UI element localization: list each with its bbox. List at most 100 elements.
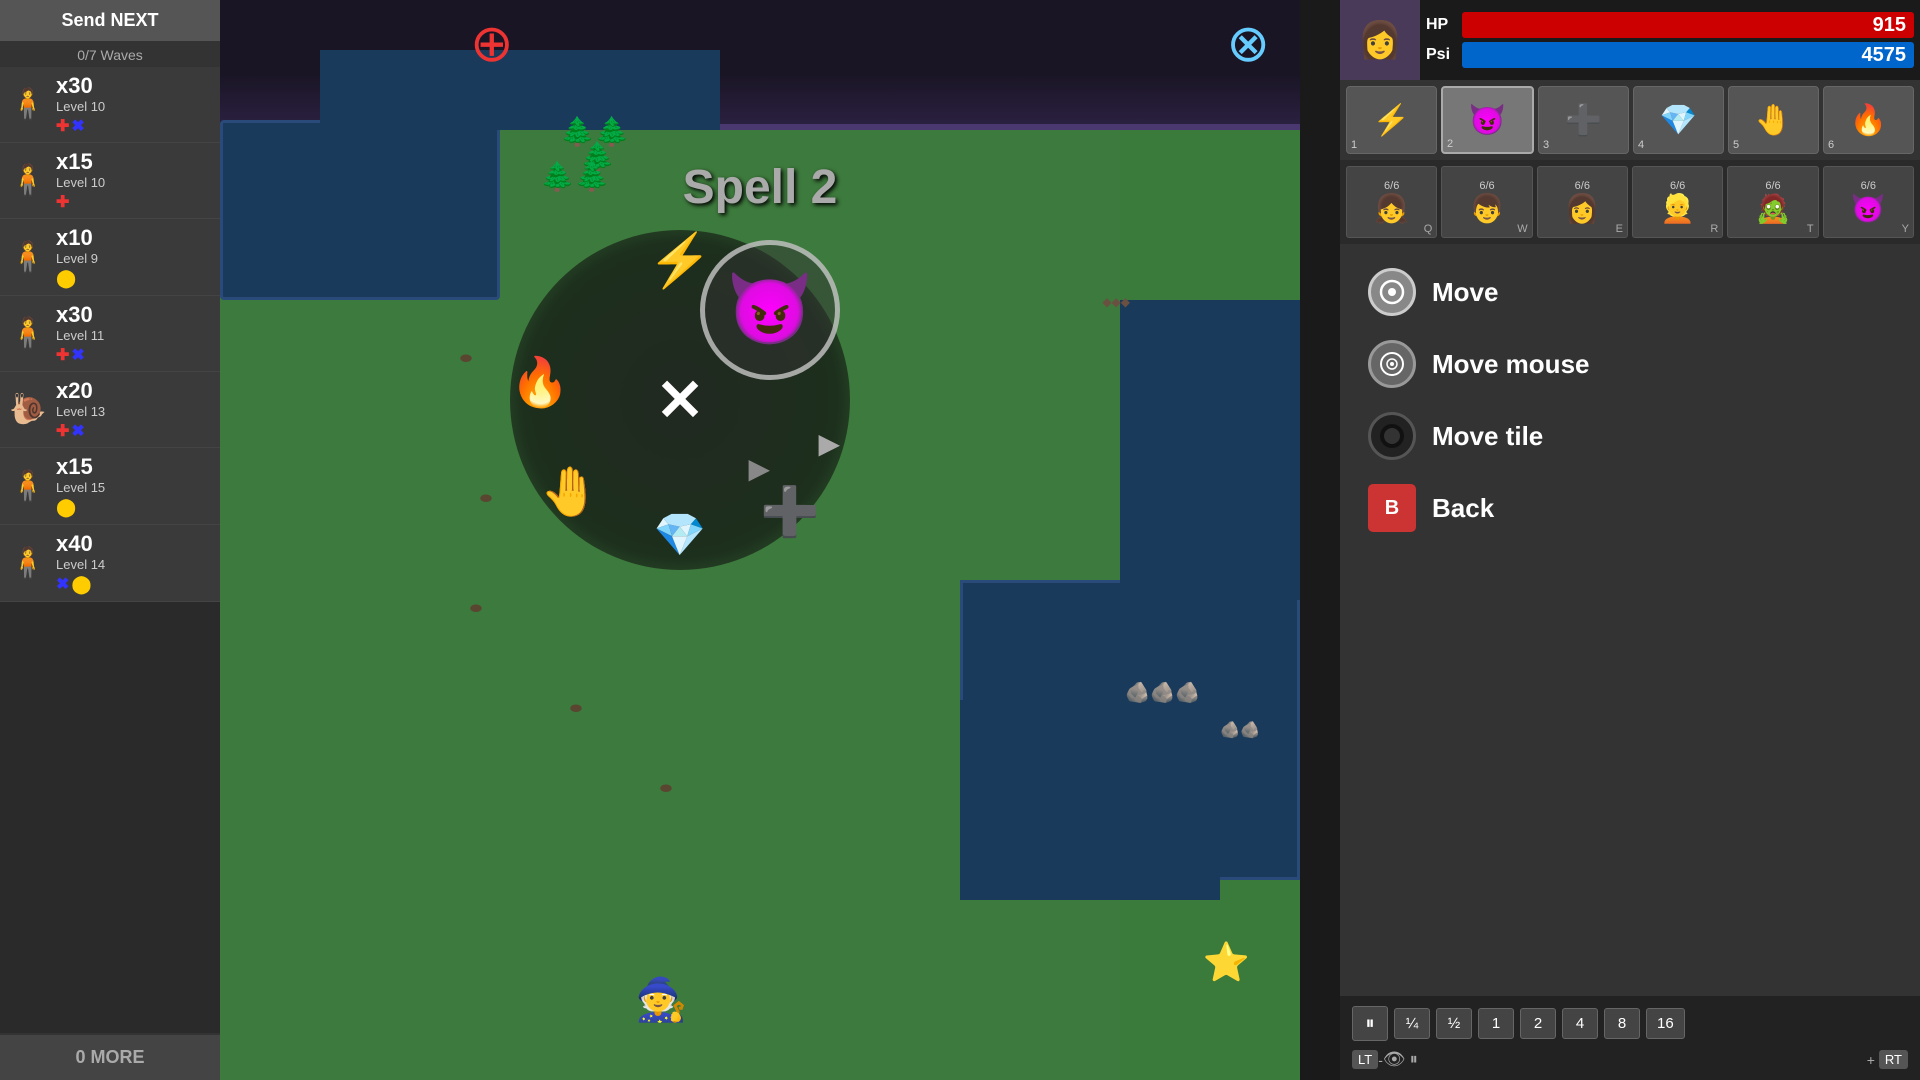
tree-cluster: 🌲🌲	[540, 160, 610, 193]
unit-level-6: Level 15	[56, 480, 212, 495]
char-portrait-q: 👧	[1374, 192, 1409, 225]
unit-row[interactable]: 🧍 x30 Level 10 ✚ ✖	[0, 67, 220, 143]
unit-row[interactable]: 🧍 x15 Level 15 ⬤	[0, 448, 220, 525]
spell-crystal-icon[interactable]: 💎	[654, 511, 706, 560]
spell-slots-bar: ⚡ 1 😈 2 ➕ 3 💎 4 🤚 5 🔥 6	[1340, 80, 1920, 160]
char-count-e: 6/6	[1575, 180, 1590, 192]
unit-info-2: x15 Level 10 ✚	[56, 149, 212, 212]
spell-slot-num-3: 3	[1543, 139, 1549, 151]
unit-icons-5: ✚ ✖	[56, 421, 212, 441]
spell-lightning-slot-icon: ⚡	[1373, 103, 1410, 138]
sidebar: Send NEXT 0/7 Waves 🧍 x30 Level 10 ✚ ✖ 🧍…	[0, 0, 220, 1080]
unit-row[interactable]: 🧍 x10 Level 9 ⬤	[0, 219, 220, 296]
zero-more-label: 0 MORE	[0, 1033, 220, 1080]
char-slot-w[interactable]: 6/6 👦 W	[1441, 166, 1532, 238]
unit-row[interactable]: 🐌 x20 Level 13 ✚ ✖	[0, 372, 220, 448]
spell-devil-icon[interactable]: 😈	[726, 269, 813, 351]
unit-icons-2: ✚	[56, 192, 212, 212]
map-star-icon[interactable]: ⭐	[1203, 941, 1250, 985]
unit-level-4: Level 11	[56, 328, 212, 343]
spell-slot-4[interactable]: 💎 4	[1633, 86, 1724, 154]
menu-item-move-tile[interactable]: Move tile	[1360, 408, 1900, 464]
speed-2x-button[interactable]: 2	[1520, 1008, 1556, 1039]
speed-16x-button[interactable]: 16	[1646, 1008, 1685, 1039]
send-next-button[interactable]: Send NEXT	[0, 0, 220, 43]
unit-sprite-6: 🧍	[8, 459, 48, 514]
spell-lightning-icon[interactable]: ⚡	[648, 230, 713, 291]
wave-count: 0/7 Waves	[0, 43, 220, 67]
speed-half-button[interactable]: ½	[1436, 1008, 1472, 1039]
blue-x-icon: ✖	[71, 116, 84, 136]
water-patch	[320, 50, 720, 130]
spell-hand-slot-icon: 🤚	[1755, 103, 1792, 138]
menu-item-back[interactable]: B Back	[1360, 480, 1900, 536]
spell-slot-num-4: 4	[1638, 139, 1644, 151]
spell-slot-3[interactable]: ➕ 3	[1538, 86, 1629, 154]
unit-row[interactable]: 🧍 x40 Level 14 ✖ ⬤	[0, 525, 220, 602]
menu-item-move[interactable]: Move	[1360, 264, 1900, 320]
psi-value: 4575	[1862, 44, 1907, 67]
yellow-dot-icon: ⬤	[56, 268, 76, 289]
unit-level-2: Level 10	[56, 175, 212, 190]
speed-1x-button[interactable]: 1	[1478, 1008, 1514, 1039]
menu-item-move-mouse[interactable]: Move mouse	[1360, 336, 1900, 392]
speed-quarter-button[interactable]: ¼	[1394, 1008, 1430, 1039]
unit-row[interactable]: 🧍 x15 Level 10 ✚	[0, 143, 220, 219]
stat-bars: HP 915 Psi 4575	[1420, 0, 1920, 80]
spell-slot-6[interactable]: 🔥 6	[1823, 86, 1914, 154]
unit-level-7: Level 14	[56, 557, 212, 572]
unit-info-7: x40 Level 14 ✖ ⬤	[56, 531, 212, 595]
water-patch	[1120, 300, 1300, 600]
char-portrait-e: 👩	[1565, 192, 1600, 225]
unit-icons-1: ✚ ✖	[56, 116, 212, 136]
unit-sprite-2: 🧍	[8, 153, 48, 208]
rock-decoration: ⬬	[470, 600, 482, 617]
speed-controls: ⏸ ¼ ½ 1 2 4 8 16	[1352, 1006, 1908, 1041]
eye-icon: 👁	[1383, 1049, 1406, 1070]
char-slot-r[interactable]: 6/6 👱 R	[1632, 166, 1723, 238]
unit-level-5: Level 13	[56, 404, 212, 419]
psi-label: Psi	[1426, 46, 1456, 64]
unit-icons-4: ✚ ✖	[56, 345, 212, 365]
char-key-q: Q	[1424, 223, 1433, 235]
spell-slot-2[interactable]: 😈 2	[1441, 86, 1534, 154]
unit-info-6: x15 Level 15 ⬤	[56, 454, 212, 518]
unit-sprite-5: 🐌	[8, 382, 48, 437]
spell-hand-icon[interactable]: 🤚	[540, 463, 600, 520]
spell-fire-icon[interactable]: 🔥	[510, 354, 570, 411]
unit-count-1: x30	[56, 73, 212, 99]
psi-bar-row: Psi 4575	[1426, 42, 1914, 68]
radial-center-x[interactable]: ✕	[656, 366, 705, 434]
char-slot-t[interactable]: 6/6 🧟 T	[1727, 166, 1818, 238]
speed-8x-button[interactable]: 8	[1604, 1008, 1640, 1039]
rock-decoration: ⬬	[460, 350, 472, 367]
game-area[interactable]: 🌲🌲 🌲 🌲🌲 ⬬ ⬬ ⬬ ⬬ ⬬ ◆◆◆ 🪨🪨🪨 🪨🪨 ⊕ ⊗ Spell 2…	[220, 0, 1300, 1080]
spell-slot-1[interactable]: ⚡ 1	[1346, 86, 1437, 154]
unit-info-5: x20 Level 13 ✚ ✖	[56, 378, 212, 441]
move-mouse-icon	[1368, 340, 1416, 388]
menu-move-tile-label: Move tile	[1432, 421, 1543, 452]
spell-slot-5[interactable]: 🤚 5	[1728, 86, 1819, 154]
map-add-button[interactable]: ⊕	[470, 14, 514, 74]
char-slot-e[interactable]: 6/6 👩 E	[1537, 166, 1628, 238]
pause-button[interactable]: ⏸	[1352, 1006, 1388, 1041]
radial-menu[interactable]: ⚡ 🔥 🤚 💎 😈 ➕ ▶ ▶ ✕	[500, 220, 860, 580]
map-remove-button[interactable]: ⊗	[1226, 14, 1270, 74]
unit-level-3: Level 9	[56, 251, 212, 266]
char-portrait-y: 😈	[1851, 192, 1886, 225]
lt-label: LT	[1352, 1050, 1378, 1069]
spell-devil-slot-icon: 😈	[1469, 103, 1506, 138]
mud-detail: 🪨🪨	[1220, 720, 1260, 740]
spell-fire-slot-icon: 🔥	[1850, 103, 1887, 138]
char-slot-q[interactable]: 6/6 👧 Q	[1346, 166, 1437, 238]
red-plus-icon: ✚	[56, 421, 69, 441]
hp-bar-row: HP 915	[1426, 12, 1914, 38]
player-avatar: 👩	[1340, 0, 1420, 80]
unit-row[interactable]: 🧍 x30 Level 11 ✚ ✖	[0, 296, 220, 372]
water-patch	[220, 120, 500, 300]
speed-4x-button[interactable]: 4	[1562, 1008, 1598, 1039]
mud-detail: ◆◆◆	[1102, 295, 1130, 309]
spell-cross-icon[interactable]: ➕	[760, 483, 820, 540]
unit-info-3: x10 Level 9 ⬤	[56, 225, 212, 289]
char-slot-y[interactable]: 6/6 😈 Y	[1823, 166, 1914, 238]
